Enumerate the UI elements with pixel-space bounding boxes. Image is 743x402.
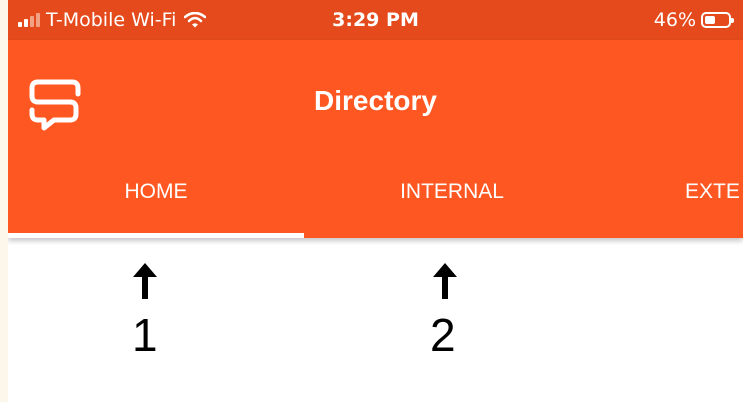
status-bar: T-Mobile Wi-Fi 3:29 PM 46%	[8, 0, 743, 40]
selected-tab-indicator	[8, 233, 304, 238]
status-right: 46%	[653, 9, 734, 31]
tab-external[interactable]: EXTE	[685, 180, 740, 204]
arrow-up-icon	[133, 263, 157, 299]
status-time: 3:29 PM	[332, 9, 419, 31]
page-title: Directory	[314, 85, 437, 116]
phone-screen: T-Mobile Wi-Fi 3:29 PM 46% Directory HOM…	[8, 0, 743, 402]
tab-internal[interactable]: INTERNAL	[304, 180, 600, 204]
annotation-label-1: 1	[132, 309, 158, 361]
battery-icon	[701, 12, 734, 28]
app-bar: Directory HOME INTERNAL EXTE	[8, 40, 743, 238]
tab-home[interactable]: HOME	[8, 180, 304, 204]
arrow-up-icon	[433, 263, 457, 299]
battery-percent: 46%	[653, 9, 696, 31]
annotation-label-2: 2	[430, 309, 456, 361]
